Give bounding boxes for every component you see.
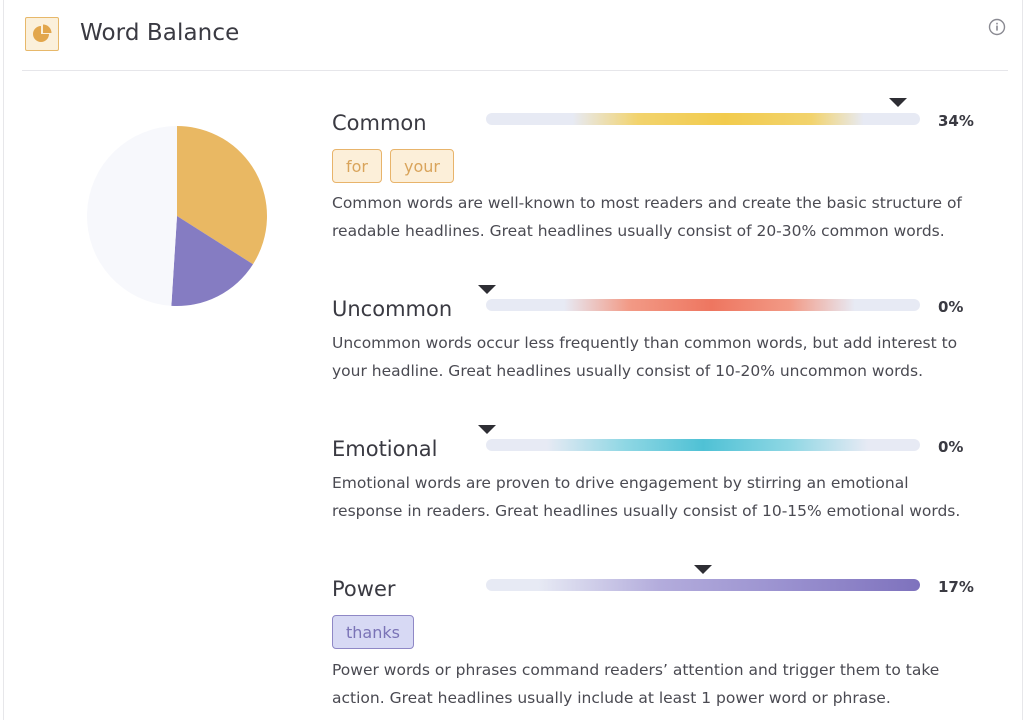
common-description: Common words are well-known to most read… xyxy=(332,189,982,245)
card-title: Word Balance xyxy=(80,20,240,46)
emotional-description-line: Emotional words are proven to drive enga… xyxy=(332,474,909,492)
emotional-bar xyxy=(486,439,920,451)
emotional-description-line: response in readers. Great headlines usu… xyxy=(332,502,961,520)
power-title: Power xyxy=(332,577,396,601)
pie-chart-icon xyxy=(25,17,59,51)
uncommon-title: Uncommon xyxy=(332,297,453,321)
emotional-percent: 0% xyxy=(938,438,964,456)
common-percent: 34% xyxy=(938,112,974,130)
common-title: Common xyxy=(332,111,427,135)
common-tag[interactable]: for xyxy=(332,149,382,183)
common-tags: for your xyxy=(332,149,454,183)
uncommon-percent: 0% xyxy=(938,298,964,316)
common-description-line: readable headlines. Great headlines usua… xyxy=(332,222,945,240)
uncommon-bar xyxy=(486,299,920,311)
power-percent: 17% xyxy=(938,578,974,596)
uncommon-description-line: your headline. Great headlines usually c… xyxy=(332,362,924,380)
power-tag[interactable]: thanks xyxy=(332,615,414,649)
power-tags: thanks xyxy=(332,615,414,649)
common-marker xyxy=(889,98,907,107)
power-description-line: Power words or phrases command readers’ … xyxy=(332,661,940,679)
word-balance-pie-chart xyxy=(87,126,267,306)
word-balance-card: Word Balance Common 34% for your Common … xyxy=(3,0,1023,720)
card-header: Word Balance xyxy=(22,0,1008,71)
uncommon-description-line: Uncommon words occur less frequently tha… xyxy=(332,334,958,352)
uncommon-marker xyxy=(478,285,496,294)
info-icon[interactable] xyxy=(988,18,1006,36)
common-bar xyxy=(486,113,920,125)
emotional-marker xyxy=(478,425,496,434)
uncommon-description: Uncommon words occur less frequently tha… xyxy=(332,329,982,385)
common-tag[interactable]: your xyxy=(390,149,454,183)
pie-slice-other xyxy=(87,126,177,306)
common-description-line: Common words are well-known to most read… xyxy=(332,194,962,212)
emotional-description: Emotional words are proven to drive enga… xyxy=(332,469,982,525)
power-bar xyxy=(486,579,920,591)
power-description: Power words or phrases command readers’ … xyxy=(332,656,982,712)
emotional-title: Emotional xyxy=(332,437,438,461)
power-marker xyxy=(694,565,712,574)
